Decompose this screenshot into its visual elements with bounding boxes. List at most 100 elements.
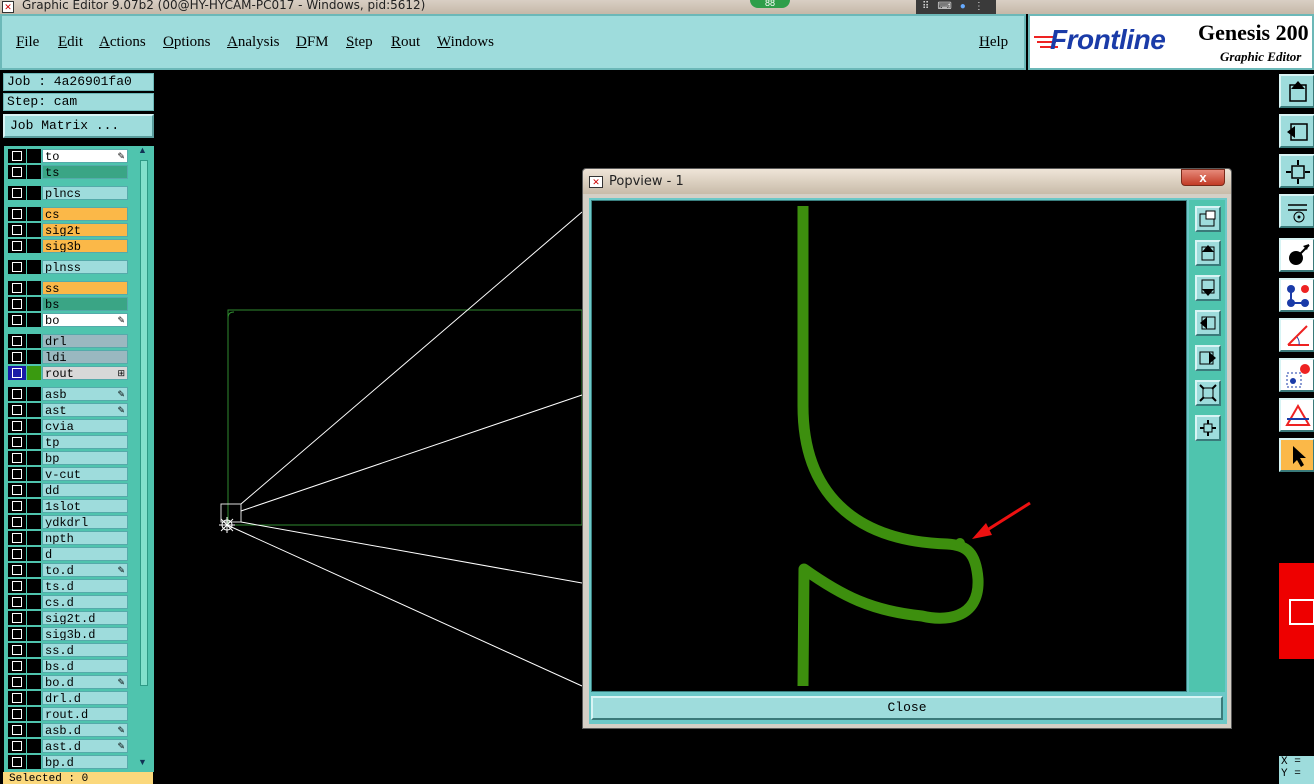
layer-row[interactable]: ts.d (6, 578, 130, 594)
connect-tool[interactable] (1279, 278, 1314, 312)
layer-color-swatch[interactable] (27, 149, 41, 163)
layer-row[interactable]: ast.d ✎ (6, 738, 130, 754)
layer-checkbox[interactable] (8, 739, 26, 753)
layer-row[interactable]: tp (6, 434, 130, 450)
layer-checkbox[interactable] (8, 563, 26, 577)
layer-color-swatch[interactable] (27, 627, 41, 641)
layer-name[interactable]: to.d ✎ (42, 563, 128, 577)
layer-checkbox[interactable] (8, 207, 26, 221)
layer-color-swatch[interactable] (27, 595, 41, 609)
layer-row[interactable]: v-cut (6, 466, 130, 482)
menu-options[interactable]: Options (163, 34, 211, 51)
popview-close-x-button[interactable]: x (1181, 169, 1225, 186)
popview-viewport[interactable] (591, 200, 1187, 692)
layer-name[interactable]: sig2t (42, 223, 128, 237)
layer-checkbox[interactable] (8, 691, 26, 705)
menu-edit[interactable]: Edit (58, 34, 83, 51)
layer-name[interactable]: ts.d (42, 579, 128, 593)
layer-color-swatch[interactable] (27, 483, 41, 497)
job-matrix-button[interactable]: Job Matrix ... (3, 114, 154, 138)
scroll-up-icon[interactable]: ▲ (138, 146, 148, 155)
layer-color-swatch[interactable] (27, 467, 41, 481)
layer-color-swatch[interactable] (27, 659, 41, 673)
layer-row[interactable]: ts (6, 164, 130, 180)
layer-color-swatch[interactable] (27, 723, 41, 737)
layer-name[interactable]: cs (42, 207, 128, 221)
layer-color-swatch[interactable] (27, 297, 41, 311)
layer-row[interactable]: bs (6, 296, 130, 312)
layer-name[interactable]: cs.d (42, 595, 128, 609)
keyboard-icon[interactable]: ⌨ (937, 1, 951, 12)
layer-checkbox[interactable] (8, 499, 26, 513)
layer-row[interactable]: ss.d (6, 642, 130, 658)
layer-name[interactable]: bp (42, 451, 128, 465)
layer-checkbox[interactable] (8, 387, 26, 401)
menu-help[interactable]: Help (979, 34, 1008, 51)
layer-checkbox[interactable] (8, 186, 26, 200)
layer-checkbox[interactable] (8, 435, 26, 449)
layer-checkbox[interactable] (8, 334, 26, 348)
layer-checkbox[interactable] (8, 419, 26, 433)
menu-analysis[interactable]: Analysis (227, 34, 280, 51)
layer-checkbox[interactable] (8, 403, 26, 417)
layer-row[interactable]: cvia (6, 418, 130, 434)
layer-color-swatch[interactable] (27, 515, 41, 529)
zoom-in-tool[interactable] (1279, 74, 1314, 108)
layer-checkbox[interactable] (8, 675, 26, 689)
layer-color-swatch[interactable] (27, 435, 41, 449)
layer-name[interactable]: asb ✎ (42, 387, 128, 401)
layer-color-swatch[interactable] (27, 260, 41, 274)
layer-color-swatch[interactable] (27, 186, 41, 200)
popview-window[interactable]: ✕ Popview - 1 x Close (582, 168, 1232, 729)
layer-color-swatch[interactable] (27, 499, 41, 513)
layer-name[interactable]: v-cut (42, 467, 128, 481)
layer-row[interactable]: 1slot (6, 498, 130, 514)
layer-color-swatch[interactable] (27, 531, 41, 545)
layer-row[interactable]: bo ✎ (6, 312, 130, 328)
menu-windows[interactable]: Windows (437, 34, 494, 51)
layer-row[interactable]: cs (6, 206, 130, 222)
layer-name[interactable]: sig3b.d (42, 627, 128, 641)
layer-row[interactable]: plnss (6, 259, 130, 275)
layer-row[interactable]: ss (6, 280, 130, 296)
layer-row[interactable]: ast ✎ (6, 402, 130, 418)
layer-name[interactable]: bs.d (42, 659, 128, 673)
pan-down-tool[interactable] (1195, 275, 1221, 301)
zoom-fit-tool[interactable] (1195, 380, 1221, 406)
layer-color-swatch[interactable] (27, 739, 41, 753)
layer-color-swatch[interactable] (27, 707, 41, 721)
popview-close-button[interactable]: Close (591, 696, 1223, 720)
layer-row[interactable]: bp (6, 450, 130, 466)
layer-row[interactable]: ldi (6, 349, 130, 365)
layer-color-swatch[interactable] (27, 165, 41, 179)
layer-row[interactable]: asb ✎ (6, 386, 130, 402)
menu-dfm[interactable]: DFM (296, 34, 329, 51)
layer-name[interactable]: ss.d (42, 643, 128, 657)
layer-name[interactable]: d (42, 547, 128, 561)
layer-checkbox[interactable] (8, 611, 26, 625)
layer-name[interactable]: plnss (42, 260, 128, 274)
popview-titlebar[interactable]: ✕ Popview - 1 x (583, 169, 1231, 194)
layer-row[interactable]: sig3b.d (6, 626, 130, 642)
layer-row[interactable]: sig3b (6, 238, 130, 254)
layer-checkbox[interactable] (8, 467, 26, 481)
layer-name[interactable]: bo ✎ (42, 313, 128, 327)
layer-checkbox[interactable] (8, 483, 26, 497)
triangle-tool[interactable] (1279, 398, 1314, 432)
fit-view-tool[interactable] (1279, 154, 1314, 188)
layer-color-swatch[interactable] (27, 643, 41, 657)
menu-actions[interactable]: Actions (99, 34, 146, 51)
layer-color-swatch[interactable] (27, 611, 41, 625)
layer-name[interactable]: npth (42, 531, 128, 545)
layer-checkbox[interactable] (8, 451, 26, 465)
layer-name[interactable]: sig2t.d (42, 611, 128, 625)
layer-color-swatch[interactable] (27, 547, 41, 561)
menu-rout[interactable]: Rout (391, 34, 420, 51)
layer-name[interactable]: ldi (42, 350, 128, 364)
layer-color-swatch[interactable] (27, 675, 41, 689)
layer-row[interactable]: to.d ✎ (6, 562, 130, 578)
layer-row[interactable]: bp.d (6, 754, 130, 770)
layer-checkbox[interactable] (8, 281, 26, 295)
layer-checkbox[interactable] (8, 707, 26, 721)
menu-file[interactable]: File (16, 34, 39, 51)
